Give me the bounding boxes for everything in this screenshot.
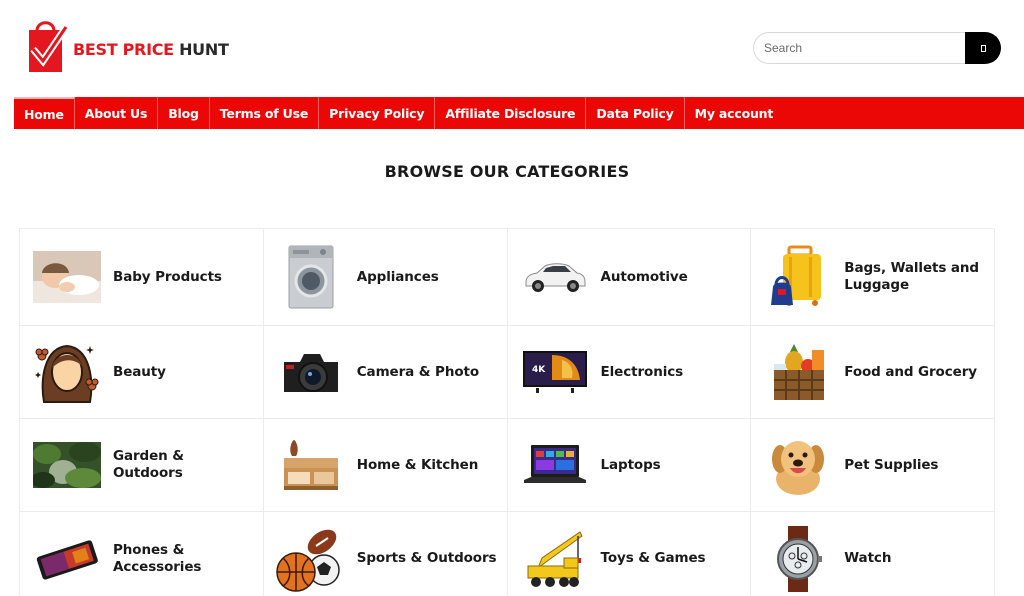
garden-photo-icon	[32, 432, 102, 498]
search-form	[753, 32, 1001, 64]
nav-item-privacy-policy[interactable]: Privacy Policy	[319, 97, 436, 129]
category-card-food-grocery[interactable]: Food and Grocery	[751, 326, 995, 419]
washing-machine-icon	[276, 244, 346, 310]
nav-item-blog[interactable]: Blog	[158, 97, 210, 129]
category-label: Camera & Photo	[356, 363, 480, 380]
nav-item-data-policy[interactable]: Data Policy	[586, 97, 685, 129]
category-card-garden-outdoors[interactable]: Garden & Outdoors	[20, 419, 264, 512]
television-icon: 4K	[520, 339, 590, 405]
category-label: Laptops	[600, 456, 661, 473]
site-header: BEST PRICE HUNT	[0, 0, 1024, 98]
laptop-icon	[520, 432, 590, 498]
search-input[interactable]	[753, 32, 965, 64]
nav-item-terms-of-use[interactable]: Terms of Use	[210, 97, 320, 129]
section-title: BROWSE OUR CATEGORIES	[384, 162, 630, 181]
category-card-camera-photo[interactable]: Camera & Photo	[263, 326, 508, 419]
category-card-electronics[interactable]: 4K Electronics	[507, 326, 752, 419]
wristwatch-icon	[763, 525, 833, 592]
category-label: Pet Supplies	[844, 456, 939, 473]
grocery-basket-icon	[763, 339, 833, 405]
category-label: Sports & Outdoors	[356, 550, 497, 566]
category-label: Watch	[844, 550, 892, 566]
category-card-baby-products[interactable]: Baby Products	[20, 229, 264, 326]
toy-crane-icon	[520, 526, 590, 592]
nav-item-affiliate-disclosure[interactable]: Affiliate Disclosure	[435, 97, 587, 129]
category-card-phones-accessories[interactable]: Phones & Accessories	[20, 512, 264, 596]
category-card-watch[interactable]: Watch	[751, 512, 995, 596]
category-card-beauty[interactable]: Beauty	[20, 326, 264, 419]
search-icon	[980, 44, 986, 52]
category-label: Food and Grocery	[844, 363, 977, 380]
category-label: Toys & Games	[600, 550, 706, 566]
woman-face-icon	[32, 339, 102, 405]
category-card-bags-wallets-luggage[interactable]: Bags, Wallets and Luggage	[751, 229, 995, 326]
nav-item-my-account[interactable]: My account	[685, 97, 784, 129]
car-icon	[520, 244, 590, 310]
svg-text:4K: 4K	[532, 365, 546, 375]
category-label: Phones & Accessories	[113, 541, 202, 575]
category-card-home-kitchen[interactable]: Home & Kitchen	[263, 419, 508, 512]
category-label: Garden & Outdoors	[113, 448, 184, 481]
nav-item-about-us[interactable]: About Us	[75, 97, 159, 129]
category-label: Electronics	[600, 363, 684, 380]
coffee-table-icon	[276, 432, 346, 498]
category-label: Bags, Wallets and Luggage	[844, 260, 979, 293]
category-label: Beauty	[113, 363, 166, 380]
brand-name-part1: BEST PRICE	[73, 39, 174, 59]
camera-icon	[276, 339, 346, 405]
category-grid: Baby Products Appliances Automotive Bags…	[19, 228, 995, 596]
category-label: Home & Kitchen	[356, 456, 479, 473]
category-card-sports-outdoors[interactable]: Sports & Outdoors	[264, 512, 508, 596]
category-card-appliances[interactable]: Appliances	[263, 229, 508, 326]
search-button[interactable]	[965, 32, 1001, 64]
category-card-pet-supplies[interactable]: Pet Supplies	[751, 419, 995, 512]
site-logo[interactable]: BEST PRICE HUNT	[26, 16, 229, 74]
sports-balls-icon	[276, 526, 346, 592]
luggage-icon	[763, 244, 833, 310]
shopping-bag-icon	[26, 17, 70, 73]
dog-icon	[763, 432, 833, 498]
smartphone-icon	[32, 526, 102, 592]
category-card-automotive[interactable]: Automotive	[507, 229, 752, 326]
nav-item-home[interactable]: Home	[14, 97, 75, 129]
baby-photo-icon	[32, 244, 102, 310]
brand-name: BEST PRICE HUNT	[73, 40, 229, 59]
main-navigation: Home About Us Blog Terms of Use Privacy …	[14, 97, 1024, 129]
category-card-laptops[interactable]: Laptops	[507, 419, 752, 512]
category-label: Appliances	[356, 268, 439, 285]
category-label: Automotive	[600, 268, 688, 285]
category-card-toys-games[interactable]: Toys & Games	[508, 512, 752, 596]
category-label: Baby Products	[113, 268, 222, 285]
brand-name-part2: HUNT	[179, 39, 229, 59]
